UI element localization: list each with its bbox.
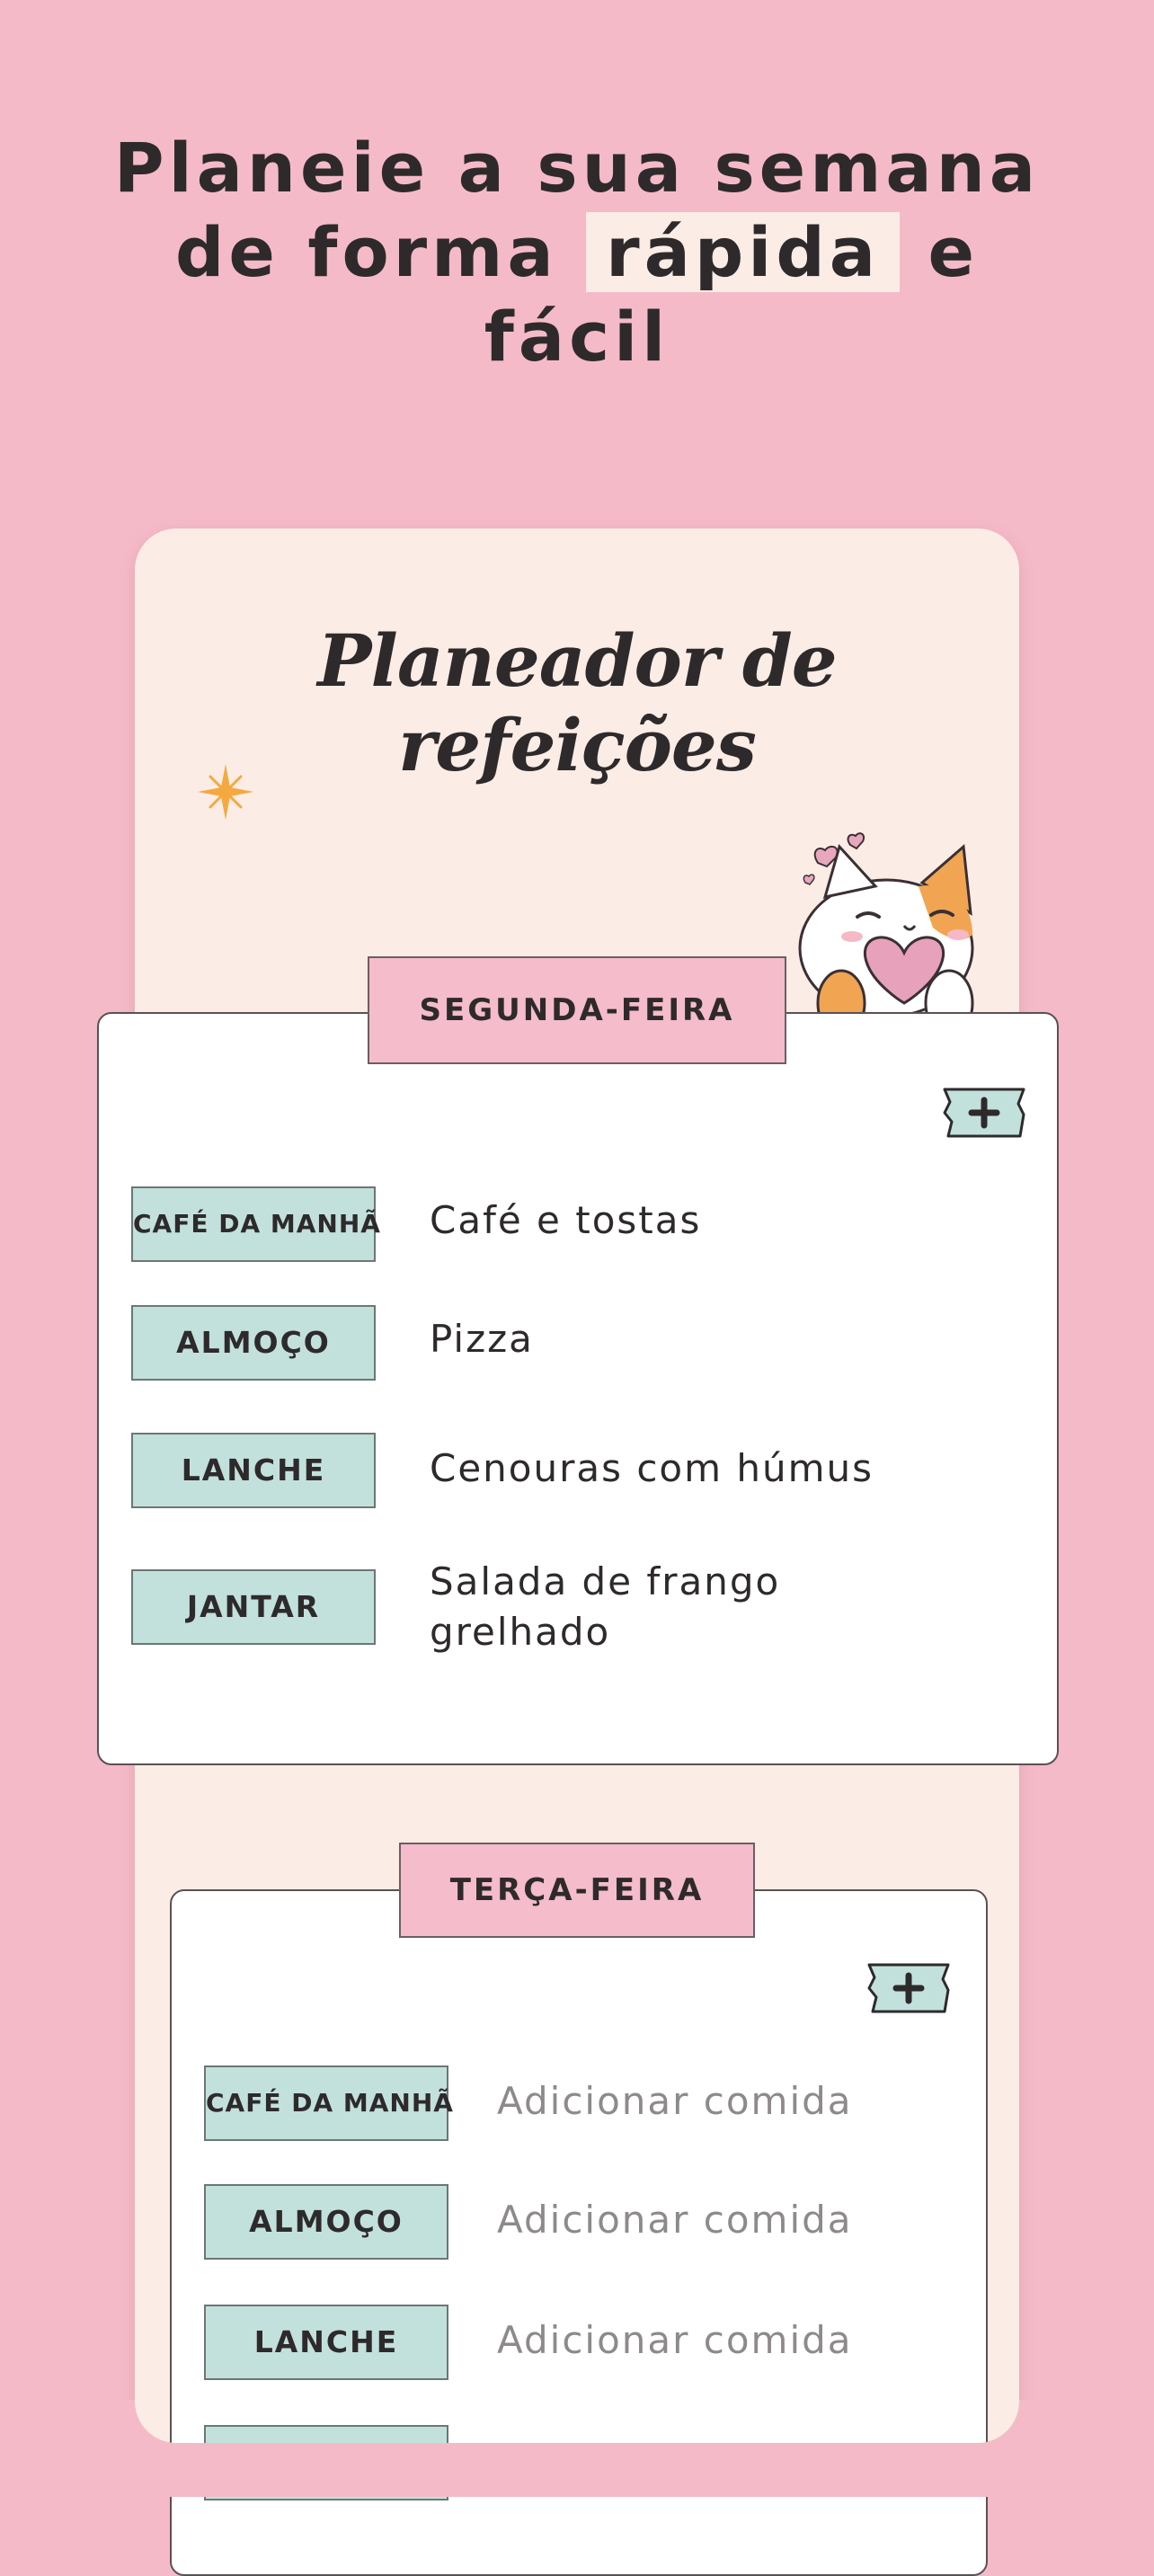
meal-tag-breakfast: CAFÉ DA MANHÃ (204, 2065, 453, 2141)
screen-bottom-edge (0, 2443, 1154, 2497)
meal-food[interactable]: Cenouras com húmus (430, 1443, 933, 1494)
headline-line-2-start: de forma (174, 212, 558, 292)
meal-row[interactable]: ALMOÇO Adicionar comida (172, 2184, 986, 2260)
sparkle-icon (194, 760, 257, 823)
headline-highlight: rápida (586, 212, 900, 292)
meal-row[interactable]: LANCHE Adicionar comida (172, 2305, 986, 2380)
headline-line-1: Planeie a sua semana (113, 128, 1041, 208)
meal-tag-snack: LANCHE (131, 1433, 376, 1508)
app-title: Planeador de refeições (317, 618, 837, 787)
day-tab-tuesday[interactable]: TERÇA-FEIRA (399, 1843, 755, 1938)
add-food-placeholder[interactable]: Adicionar comida (497, 2195, 1000, 2245)
day-tab-monday[interactable]: SEGUNDA-FEIRA (368, 956, 786, 1064)
day-card-monday: CAFÉ DA MANHÃ Café e tostas ALMOÇO Pizza… (97, 1012, 1059, 1765)
meal-food[interactable]: Café e tostas (430, 1195, 933, 1246)
meal-row[interactable]: CAFÉ DA MANHÃ Café e tostas (99, 1186, 1057, 1262)
add-meal-button[interactable] (939, 1084, 1029, 1141)
meal-tag-breakfast: CAFÉ DA MANHÃ (131, 1186, 380, 1262)
meal-tag-lunch: ALMOÇO (204, 2184, 448, 2260)
meal-tag-dinner: JANTAR (131, 1569, 376, 1645)
meal-food[interactable]: Pizza (430, 1314, 933, 1364)
meal-tag-lunch: ALMOÇO (131, 1305, 376, 1381)
add-food-placeholder[interactable]: Adicionar comida (497, 2315, 1000, 2366)
headline-line-3: fácil (484, 297, 670, 377)
plus-icon (943, 1088, 1025, 1138)
add-meal-button[interactable] (864, 1959, 954, 2017)
meal-food[interactable]: Salada de frango grelhado (430, 1557, 843, 1657)
cat-heart-illustration (787, 827, 1003, 1037)
headline: Planeie a sua semana de forma rápida e f… (0, 126, 1154, 379)
meal-tag-snack: LANCHE (204, 2305, 448, 2380)
headline-line-2-end: e (928, 212, 980, 292)
meal-row[interactable]: ALMOÇO Pizza (99, 1305, 1057, 1381)
add-food-placeholder[interactable]: Adicionar comida (497, 2076, 1000, 2127)
meal-row[interactable]: JANTAR Salada de frango grelhado (99, 1559, 1057, 1654)
plus-icon (867, 1963, 950, 2013)
meal-row[interactable]: CAFÉ DA MANHÃ Adicionar comida (172, 2065, 986, 2141)
meal-row[interactable]: LANCHE Cenouras com húmus (99, 1433, 1057, 1508)
